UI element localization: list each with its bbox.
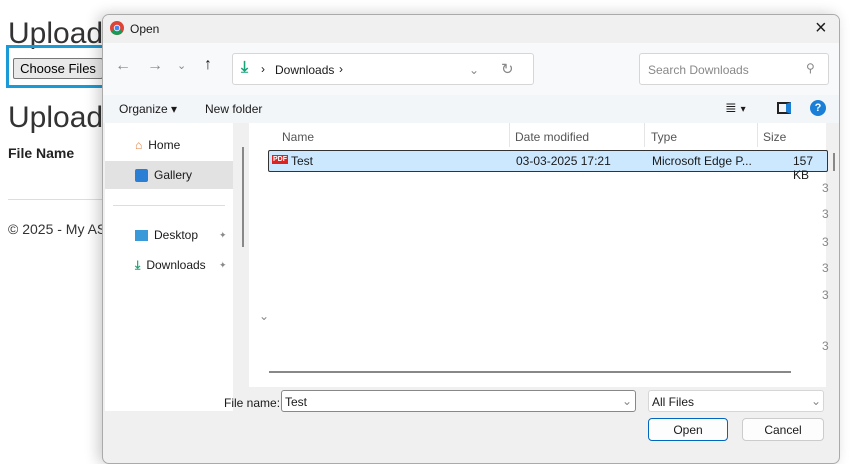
organize-arrow-icon: ▾ [171, 102, 178, 116]
address-bar[interactable]: ⤓ › Downloads › ⌄ ↻ [232, 53, 534, 85]
breadcrumb-separator: › [261, 62, 265, 76]
up-button[interactable]: ↑ [204, 56, 212, 74]
download-icon: ⤓ [135, 257, 141, 272]
file-type-select[interactable]: All Files ⌄ [648, 390, 824, 412]
pin-icon[interactable]: ✦ [219, 230, 227, 241]
recent-dropdown-button[interactable]: ⌄ [177, 59, 186, 72]
file-name-input[interactable]: Test ⌄ [281, 390, 636, 412]
search-input[interactable]: Search Downloads ⚲ [639, 53, 829, 85]
breadcrumb-separator[interactable]: › [339, 62, 343, 76]
navigation-row: ← → ⌄ ↑ ⤓ › Downloads › ⌄ ↻ Search Downl… [103, 43, 839, 103]
horizontal-scrollbar[interactable] [269, 371, 791, 373]
address-dropdown-icon[interactable]: ⌄ [469, 63, 479, 77]
clipped-size: 3 [822, 181, 829, 195]
breadcrumb-downloads[interactable]: Downloads [275, 63, 334, 77]
desktop-icon [135, 229, 148, 241]
column-date-modified[interactable]: Date modified [515, 130, 589, 144]
download-icon: ⤓ [241, 59, 249, 76]
column-size[interactable]: Size [763, 130, 786, 144]
column-name[interactable]: Name [282, 130, 314, 144]
file-name: Test [291, 154, 314, 168]
choose-files-focus: Choose Files [6, 45, 106, 88]
file-size: 157 KB [793, 154, 814, 182]
search-icon: ⚲ [806, 61, 815, 75]
file-type-value: All Files [652, 395, 695, 409]
group-chevron-icon[interactable]: ⌄ [259, 309, 269, 323]
command-bar: Organize ▾ New folder ≣ ▾ ? [103, 95, 839, 123]
gallery-icon [135, 168, 148, 182]
choose-files-button[interactable]: Choose Files [13, 58, 103, 79]
organize-label: Organize [119, 102, 168, 116]
clipped-size: 3 [822, 207, 829, 221]
file-date: 03-03-2025 17:21 [516, 154, 611, 168]
nav-label: Gallery [154, 168, 193, 182]
nav-item-gallery[interactable]: Gallery [105, 161, 233, 189]
file-type: Microsoft Edge P... [652, 154, 752, 168]
divider [8, 199, 103, 200]
nav-divider [113, 205, 225, 206]
open-button[interactable]: Open [648, 418, 728, 441]
nav-item-home[interactable]: ⌂ Home [105, 131, 233, 159]
file-row[interactable]: PDF Test 03-03-2025 17:21 Microsoft Edge… [268, 150, 828, 182]
clipped-size: 3 [822, 235, 829, 249]
title-bar: Open × [103, 15, 839, 43]
file-name-dropdown-icon[interactable]: ⌄ [622, 394, 632, 408]
nav-label: Desktop [154, 228, 199, 242]
file-list: Name Date modified Type Size PDF Test 03… [249, 123, 835, 387]
file-name-value: Test [285, 395, 308, 409]
file-name-header: File Name [8, 145, 75, 161]
open-file-dialog: Open × ← → ⌄ ↑ ⤓ › Downloads › ⌄ ↻ Searc… [102, 14, 840, 464]
file-type-dropdown-icon[interactable]: ⌄ [811, 394, 821, 408]
pin-icon[interactable]: ✦ [219, 260, 227, 271]
clipped-size: 3 [822, 339, 829, 353]
home-icon: ⌂ [135, 138, 143, 152]
nav-scrollbar[interactable] [242, 147, 244, 247]
help-icon[interactable]: ? [810, 100, 826, 116]
nav-item-desktop[interactable]: Desktop ✦ [105, 221, 233, 249]
nav-label: Home [148, 138, 181, 152]
preview-pane-icon[interactable] [777, 102, 791, 114]
navigation-pane: ⌂ Home Gallery Desktop ✦ ⤓ Downloads ✦ [105, 123, 244, 411]
pdf-icon: PDF [272, 155, 288, 164]
chrome-icon [110, 21, 124, 35]
clipped-size: 3 [822, 261, 829, 275]
view-options-button[interactable]: ≣ ▾ [725, 99, 746, 116]
vertical-scrollbar[interactable] [833, 153, 835, 171]
nav-label: Downloads [146, 258, 206, 272]
cancel-button[interactable]: Cancel [742, 418, 824, 441]
clipped-size: 3 [822, 288, 829, 302]
column-type[interactable]: Type [651, 130, 677, 144]
forward-button[interactable]: → [147, 57, 163, 75]
back-button[interactable]: ← [115, 57, 131, 75]
close-button[interactable]: × [815, 17, 827, 40]
nav-item-downloads[interactable]: ⤓ Downloads ✦ [105, 251, 233, 279]
search-placeholder: Search Downloads [648, 63, 749, 77]
refresh-icon[interactable]: ↻ [501, 60, 514, 78]
new-folder-button[interactable]: New folder [205, 102, 262, 116]
organize-button[interactable]: Organize ▾ [119, 102, 177, 116]
file-name-label: File name: [224, 396, 281, 410]
dialog-title: Open [130, 22, 160, 36]
